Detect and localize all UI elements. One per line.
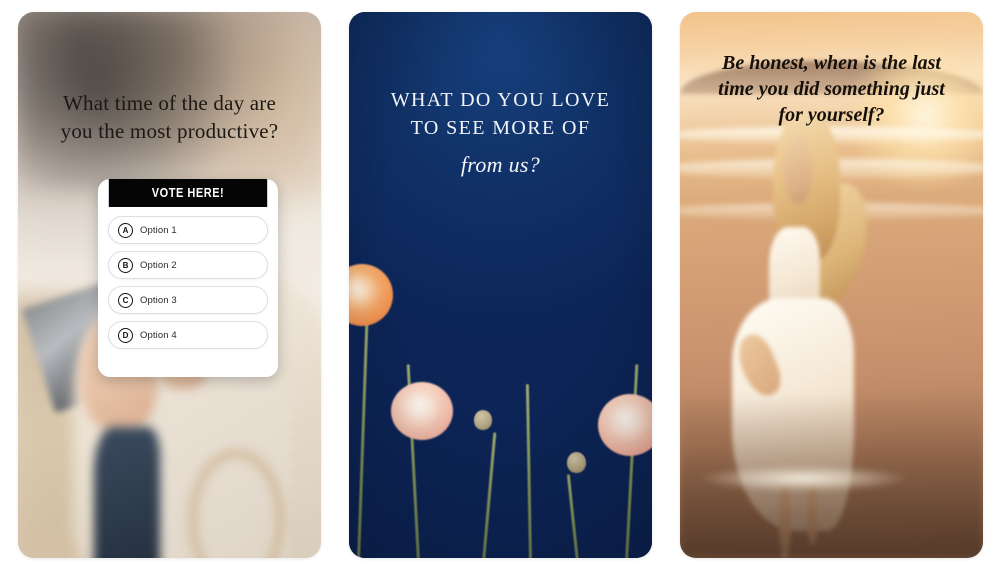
vote-option-c[interactable]: C Option 3 bbox=[108, 286, 268, 314]
headline-line-1: WHAT DO YOU LOVE bbox=[390, 89, 611, 111]
vote-options-list: A Option 1 B Option 2 C Option 3 D Optio… bbox=[98, 207, 278, 358]
headline-line-3: for yourself? bbox=[778, 104, 885, 126]
option-badge-icon: A bbox=[118, 222, 133, 238]
card-headline: WHAT DO YOU LOVE TO SEE MORE OF from us? bbox=[349, 86, 652, 178]
vote-panel[interactable]: VOTE HERE! A Option 1 B Option 2 C Optio… bbox=[98, 179, 278, 377]
story-card-something-for-yourself[interactable]: Be honest, when is the last time you did… bbox=[680, 12, 983, 558]
jeans-shape bbox=[93, 426, 161, 558]
card-headline: Be honest, when is the last time you did… bbox=[680, 50, 983, 128]
option-label: Option 1 bbox=[140, 224, 177, 236]
head bbox=[784, 137, 812, 205]
option-badge-icon: C bbox=[118, 292, 133, 308]
vote-panel-header: VOTE HERE! bbox=[108, 179, 268, 207]
vote-option-b[interactable]: B Option 2 bbox=[108, 251, 268, 279]
headline-line-2: time you did something just bbox=[718, 78, 945, 100]
headline-line-1: What time of the day are bbox=[63, 91, 276, 115]
option-label: Option 2 bbox=[140, 259, 177, 271]
headline-line-1: Be honest, when is the last bbox=[722, 52, 941, 74]
vote-option-a[interactable]: A Option 1 bbox=[108, 216, 268, 244]
card-headline: What time of the day are you the most pr… bbox=[18, 90, 321, 145]
story-card-productive-time[interactable]: What time of the day are you the most pr… bbox=[18, 12, 321, 558]
headline-script-line: from us? bbox=[460, 151, 541, 177]
story-template-gallery: What time of the day are you the most pr… bbox=[0, 0, 1000, 572]
vote-option-d[interactable]: D Option 4 bbox=[108, 321, 268, 349]
option-badge-icon: D bbox=[118, 327, 133, 343]
option-badge-icon: B bbox=[118, 257, 133, 273]
option-label: Option 4 bbox=[140, 329, 177, 341]
story-card-love-to-see[interactable]: WHAT DO YOU LOVE TO SEE MORE OF from us?… bbox=[349, 12, 652, 558]
headline-line-2: you the most productive? bbox=[60, 118, 279, 143]
headline-line-2: TO SEE MORE OF bbox=[410, 117, 591, 140]
option-label: Option 3 bbox=[140, 294, 177, 306]
shore-foam bbox=[698, 465, 911, 493]
